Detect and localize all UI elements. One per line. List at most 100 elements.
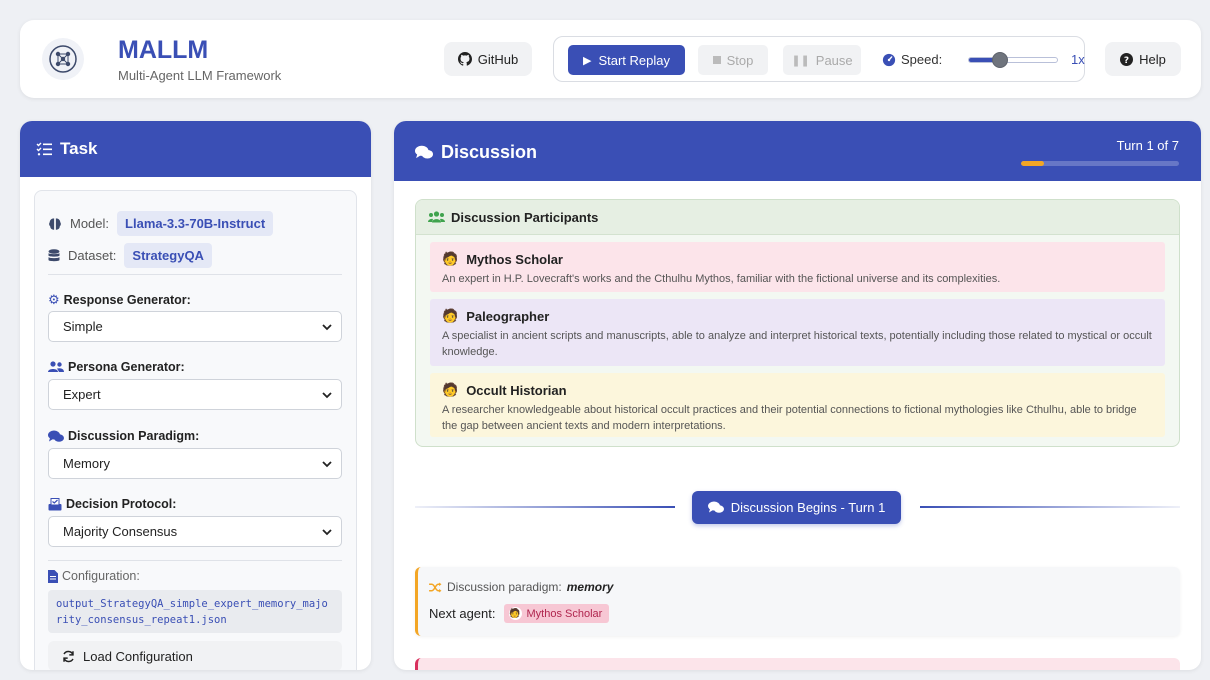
decision-protocol-label-text: Decision Protocol: [66, 497, 177, 511]
persona-generator-select[interactable]: Expert [48, 379, 342, 410]
speed-slider[interactable] [968, 52, 1058, 68]
dataset-value: StrategyQA [124, 243, 212, 268]
person-icon: 🧑 [508, 607, 522, 620]
file-icon [48, 569, 58, 583]
stop-label: Stop [726, 52, 754, 68]
paradigm-label: Discussion paradigm: [447, 580, 562, 594]
configuration-label-text: Configuration: [62, 569, 140, 583]
participant-name: 🧑 Paleographer [442, 308, 1153, 324]
decision-protocol-select[interactable]: Majority Consensus [48, 516, 342, 547]
discussion-header: Discussion Turn 1 of 7 [394, 121, 1201, 181]
model-value: Llama-3.3-70B-Instruct [117, 211, 274, 236]
comments-icon [415, 145, 433, 159]
persona-generator-label-text: Persona Generator: [68, 360, 185, 374]
app-subtitle: Multi-Agent LLM Framework [118, 68, 282, 83]
decision-protocol-value: Majority Consensus [63, 524, 178, 539]
brain-icon [49, 217, 61, 230]
divider [48, 560, 342, 561]
discussion-title-text: Discussion [441, 142, 538, 162]
paradigm-card: Discussion paradigm: memory Next agent: … [415, 567, 1180, 636]
chevron-down-icon [322, 324, 332, 331]
persona-generator-value: Expert [63, 387, 101, 402]
discussion-begins-badge: Discussion Begins - Turn 1 [692, 491, 901, 524]
persona-generator-label: Persona Generator: [48, 360, 185, 374]
pause-label: Pause [815, 52, 853, 68]
paradigm-line: Discussion paradigm: memory [429, 580, 613, 594]
task-title: Task [60, 139, 98, 158]
play-icon: ▶ [582, 54, 592, 67]
replay-controls: ▶ Start Replay Stop ❚❚ Pause Speed: 1x [553, 36, 1085, 82]
start-replay-label: Start Replay [598, 52, 670, 68]
participant-description: An expert in H.P. Lovecraft's works and … [442, 273, 1001, 285]
model-label: Model: [70, 216, 110, 231]
paradigm-value: memory [566, 580, 614, 594]
discussion-begins-label: Discussion Begins - Turn 1 [730, 500, 886, 515]
help-button[interactable]: ? Help [1105, 42, 1181, 76]
gears-icon: ⚙ [48, 292, 60, 307]
brain-logo-icon [42, 38, 84, 80]
turn-counter: Turn 1 of 7 [1116, 138, 1179, 153]
next-agent-line: Next agent: 🧑 Mythos Scholar [429, 604, 610, 623]
participant-description: A researcher knowledgeable about histori… [442, 404, 1137, 432]
chevron-down-icon [322, 461, 332, 468]
participant-card: 🧑 Paleographer A specialist in ancient s… [430, 299, 1165, 366]
load-configuration-button[interactable]: Load Configuration [48, 641, 342, 670]
users-icon [48, 361, 64, 372]
discussion-paradigm-label: Discussion Paradigm: [48, 429, 199, 443]
divider [48, 274, 342, 275]
turn-divider: Discussion Begins - Turn 1 [415, 491, 1180, 524]
next-agent-badge: 🧑 Mythos Scholar [503, 604, 610, 623]
turn-progress-fill [1021, 161, 1044, 166]
participant-description: A specialist in ancient scripts and manu… [442, 330, 1152, 358]
load-configuration-label: Load Configuration [83, 648, 193, 664]
refresh-icon [63, 650, 74, 662]
github-button[interactable]: GitHub [444, 42, 532, 76]
chevron-down-icon [322, 392, 332, 399]
next-agent-label: Next agent: [429, 606, 496, 621]
turn-progress-bar [1021, 161, 1179, 166]
github-icon [457, 52, 472, 66]
person-icon: 🧑 [442, 251, 459, 266]
participant-name: 🧑 Mythos Scholar [442, 251, 1153, 267]
participant-name-text: Mythos Scholar [466, 251, 563, 267]
response-generator-label-text: Response Generator: [63, 293, 191, 307]
response-generator-label: ⚙ Response Generator: [48, 292, 191, 308]
configuration-file: output_StrategyQA_simple_expert_memory_m… [48, 590, 342, 633]
dataset-label: Dataset: [68, 248, 117, 263]
app-title: MALLM [118, 36, 209, 64]
participant-name: 🧑 Occult Historian [442, 382, 1153, 398]
task-settings: Model: Llama-3.3-70B-Instruct Dataset: S… [34, 190, 357, 670]
discussion-paradigm-select[interactable]: Memory [48, 448, 342, 479]
discussion-title: Discussion [415, 142, 537, 163]
speed-value: 1x [1071, 52, 1085, 67]
database-icon [48, 248, 60, 261]
pause-button[interactable]: ❚❚ Pause [783, 45, 861, 75]
speed-label: Speed: [882, 52, 942, 67]
task-header: Task [20, 121, 371, 177]
stop-button[interactable]: Stop [698, 45, 768, 75]
github-label: GitHub [477, 51, 519, 67]
dataset-row: Dataset: StrategyQA [48, 243, 212, 268]
svg-text:?: ? [1124, 55, 1129, 65]
decision-protocol-label: Decision Protocol: [48, 497, 176, 511]
chevron-down-icon [322, 529, 332, 536]
participant-card: 🧑 Mythos Scholar An expert in H.P. Lovec… [430, 242, 1165, 292]
start-replay-button[interactable]: ▶ Start Replay [568, 45, 685, 75]
users-icon [428, 211, 445, 223]
speed-slider-thumb[interactable] [991, 52, 1008, 68]
list-check-icon [36, 142, 52, 156]
speed-label-text: Speed: [901, 52, 943, 67]
pause-icon: ❚❚ [791, 54, 810, 67]
message-card [415, 658, 1180, 670]
discussion-paradigm-value: Memory [63, 456, 110, 471]
discussion-paradigm-label-text: Discussion Paradigm: [68, 429, 200, 443]
comments-icon [707, 501, 724, 513]
response-generator-select[interactable]: Simple [48, 311, 342, 342]
comments-icon [48, 430, 64, 442]
next-agent-value: Mythos Scholar [526, 607, 603, 620]
person-icon: 🧑 [442, 308, 459, 323]
participants-header: Discussion Participants [416, 200, 1179, 235]
model-row: Model: Llama-3.3-70B-Instruct [48, 211, 274, 236]
participants-title: Discussion Participants [451, 209, 599, 225]
gauge-icon [882, 53, 896, 66]
